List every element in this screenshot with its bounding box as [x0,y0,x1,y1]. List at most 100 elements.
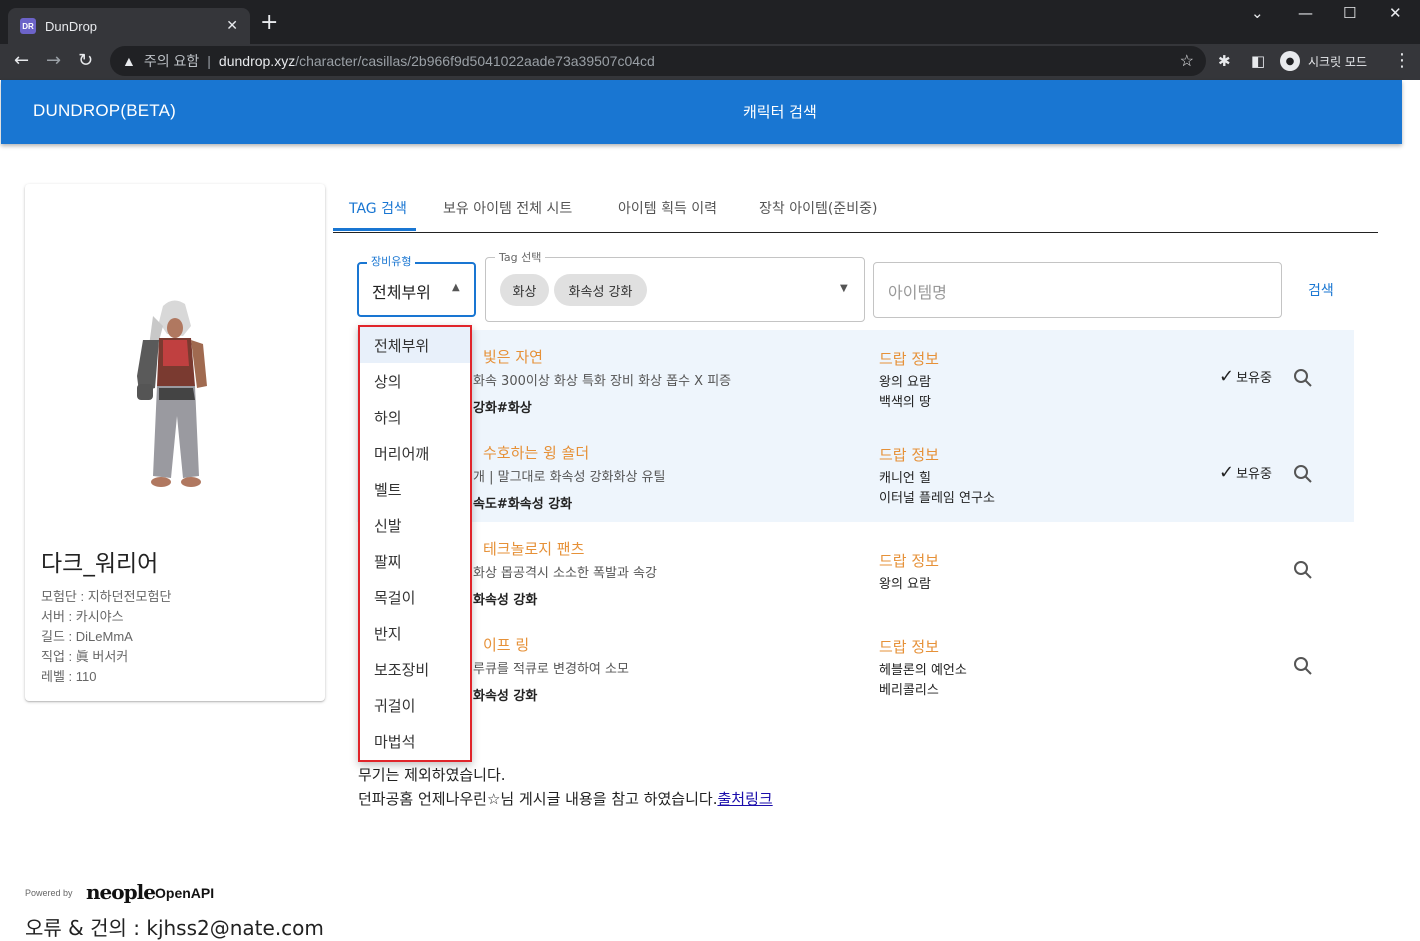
brand-title[interactable]: DUNDROP(BETA) [33,101,176,121]
adventure-info: 모험단 : 지하던전모험단 [41,589,172,604]
item-row[interactable]: 수호하는 윙 숄더 개 | 말그대로 화속성 강화화상 유틸 속도#화속성 강화… [357,426,1354,522]
powered-by-label: Powered by [25,888,73,898]
tab-equipped-items[interactable]: 장착 아이템(준비중) [759,198,877,218]
check-icon: ✓ [1219,366,1235,387]
drop-info-title: 드랍 정보 [879,350,939,368]
url-host: dundrop.xyz [218,53,296,69]
forward-icon[interactable]: → [46,50,61,71]
item-name[interactable]: 수호하는 윙 숄더 [483,442,589,463]
app-bar: DUNDROP(BETA) 캐릭터 검색 [1,80,1402,144]
magnify-icon[interactable] [1293,560,1313,580]
tab-indicator [333,228,416,231]
caret-up-icon[interactable]: ▲ [452,282,460,293]
item-tags: 화속성 강화 [473,593,538,608]
drop-info-title: 드랍 정보 [879,446,939,464]
menu-option[interactable]: 신발 [360,507,470,543]
menu-option[interactable]: 머리어깨 [360,435,470,471]
menu-option[interactable]: 벨트 [360,471,470,507]
tag-chip[interactable]: 화상 [500,274,549,306]
openapi-label: OpenAPI [155,885,215,901]
security-label: 주의 요함 [143,53,200,69]
url-path: /character/casillas/2b966f9d5041022aade7… [295,53,655,69]
note-weapons-excluded: 무기는 제외하였습니다. [358,766,506,784]
back-icon[interactable]: ← [14,50,29,71]
item-row[interactable]: 이프 링 루큐를 적큐로 변경하여 소모 화속성 강화 드랍 정보 헤블론의 예… [357,618,1354,714]
note-source: 던파공홈 언제나우린☆님 게시글 내용을 참고 하였습니다.출처링크 [358,788,773,809]
item-row[interactable]: 테크놀로지 팬츠 화상 몹공격시 소소한 폭발과 속강 화속성 강화 드랍 정보… [357,522,1354,618]
drop-location: 이터널 플레임 연구소 [879,491,995,506]
close-tab-icon[interactable]: ✕ [226,18,238,34]
contact-info: 오류 & 건의 : kjhss2@nate.com [25,916,324,940]
level-info: 레벨 : 110 [41,669,97,684]
item-tags: 화속성 강화 [473,689,538,704]
tab-all-items-sheet[interactable]: 보유 아이템 전체 시트 [443,198,572,218]
item-name[interactable]: 테크놀로지 팬츠 [483,538,584,559]
equip-type-label: 장비유형 [367,253,416,269]
owned-label: 보유중 [1236,467,1272,482]
source-link[interactable]: 출처링크 [717,790,772,808]
tag-chip[interactable]: 화속성 강화 [554,274,647,306]
warning-icon: ▲ [122,53,136,69]
address-separator: | [207,53,211,69]
tab-tag-search[interactable]: TAG 검색 [349,198,407,218]
close-window-icon[interactable]: ✕ [1389,4,1402,22]
drop-location: 헤블론의 예언소 [879,663,967,678]
owned-label: 보유중 [1236,371,1272,386]
tab-search-icon[interactable]: ⌄ [1251,4,1264,22]
drop-info-title: 드랍 정보 [879,638,939,656]
new-tab-icon[interactable]: + [260,12,278,34]
incognito-indicator[interactable]: ● 시크릿 모드 [1280,49,1367,73]
tab-title: DunDrop [45,18,98,34]
drop-location: 캐니언 힐 [879,471,931,486]
menu-option[interactable]: 보조장비 [360,651,470,687]
guild-info: 길드 : DiLeMmA [41,629,133,644]
item-name[interactable]: 이프 링 [483,634,529,655]
item-row[interactable]: 빛은 자연 화속 300이상 화상 특화 장비 화상 폽수 X 피증 강화#화상… [357,330,1354,426]
search-button[interactable]: 검색 [1308,280,1334,300]
menu-option[interactable]: 목걸이 [360,579,470,615]
menu-option[interactable]: 전체부위 [360,327,470,363]
item-tags: 강화#화상 [473,401,532,416]
menu-option[interactable]: 상의 [360,363,470,399]
owned-indicator: ✓ 보유중 [1219,462,1272,483]
extensions-icon[interactable]: ✱ [1218,52,1231,70]
menu-option[interactable]: 반지 [360,615,470,651]
item-desc: 화속 300이상 화상 특화 장비 화상 폽수 X 피증 [473,374,732,389]
item-tags: 속도#화속성 강화 [473,497,573,512]
check-icon: ✓ [1219,462,1235,483]
side-panel-icon[interactable]: ◧ [1251,52,1265,70]
address-bar[interactable]: ▲ 주의 요함 | dundrop.xyz/character/casillas… [110,46,1206,76]
drop-info-title: 드랍 정보 [879,552,939,570]
menu-option[interactable]: 팔찌 [360,543,470,579]
neople-logo: neople [86,880,156,904]
character-search-link[interactable]: 캐릭터 검색 [743,101,817,122]
menu-option[interactable]: 귀걸이 [360,687,470,723]
incognito-label: 시크릿 모드 [1308,54,1368,69]
magnify-icon[interactable] [1293,656,1313,676]
bookmark-star-icon[interactable]: ☆ [1180,51,1194,71]
server-info: 서버 : 카시야스 [41,609,124,624]
character-card: 다크_워리어 모험단 : 지하던전모험단 서버 : 카시야스 길드 : DiLe… [25,184,325,701]
equip-type-value[interactable]: 전체부위 [372,279,431,303]
minimize-icon[interactable]: — [1298,4,1313,22]
magnify-icon[interactable] [1293,368,1313,388]
maximize-icon[interactable]: ☐ [1343,4,1356,22]
note-source-text: 던파공홈 언제나우린☆님 게시글 내용을 참고 하였습니다. [358,790,718,808]
item-desc: 개 | 말그대로 화속성 강화화상 유틸 [473,470,666,485]
browser-tab[interactable]: DR DunDrop ✕ [8,8,250,44]
reload-icon[interactable]: ↻ [78,50,93,71]
tab-item-history[interactable]: 아이템 획득 이력 [618,198,717,218]
menu-kebab-icon[interactable]: ⋮ [1393,50,1411,71]
owned-indicator: ✓ 보유중 [1219,366,1272,387]
magnify-icon[interactable] [1293,464,1313,484]
drop-location: 백색의 땅 [879,395,931,410]
item-name[interactable]: 빛은 자연 [483,346,543,367]
menu-option[interactable]: 하의 [360,399,470,435]
menu-option[interactable]: 마법석 [360,723,470,759]
drop-location: 왕의 요람 [879,577,931,592]
incognito-icon: ● [1280,51,1300,71]
caret-down-icon[interactable]: ▼ [840,283,848,294]
tag-select-label: Tag 선택 [495,249,546,265]
job-info: 직업 : 眞 버서커 [41,649,129,664]
item-desc: 화상 몹공격시 소소한 폭발과 속강 [473,566,657,581]
